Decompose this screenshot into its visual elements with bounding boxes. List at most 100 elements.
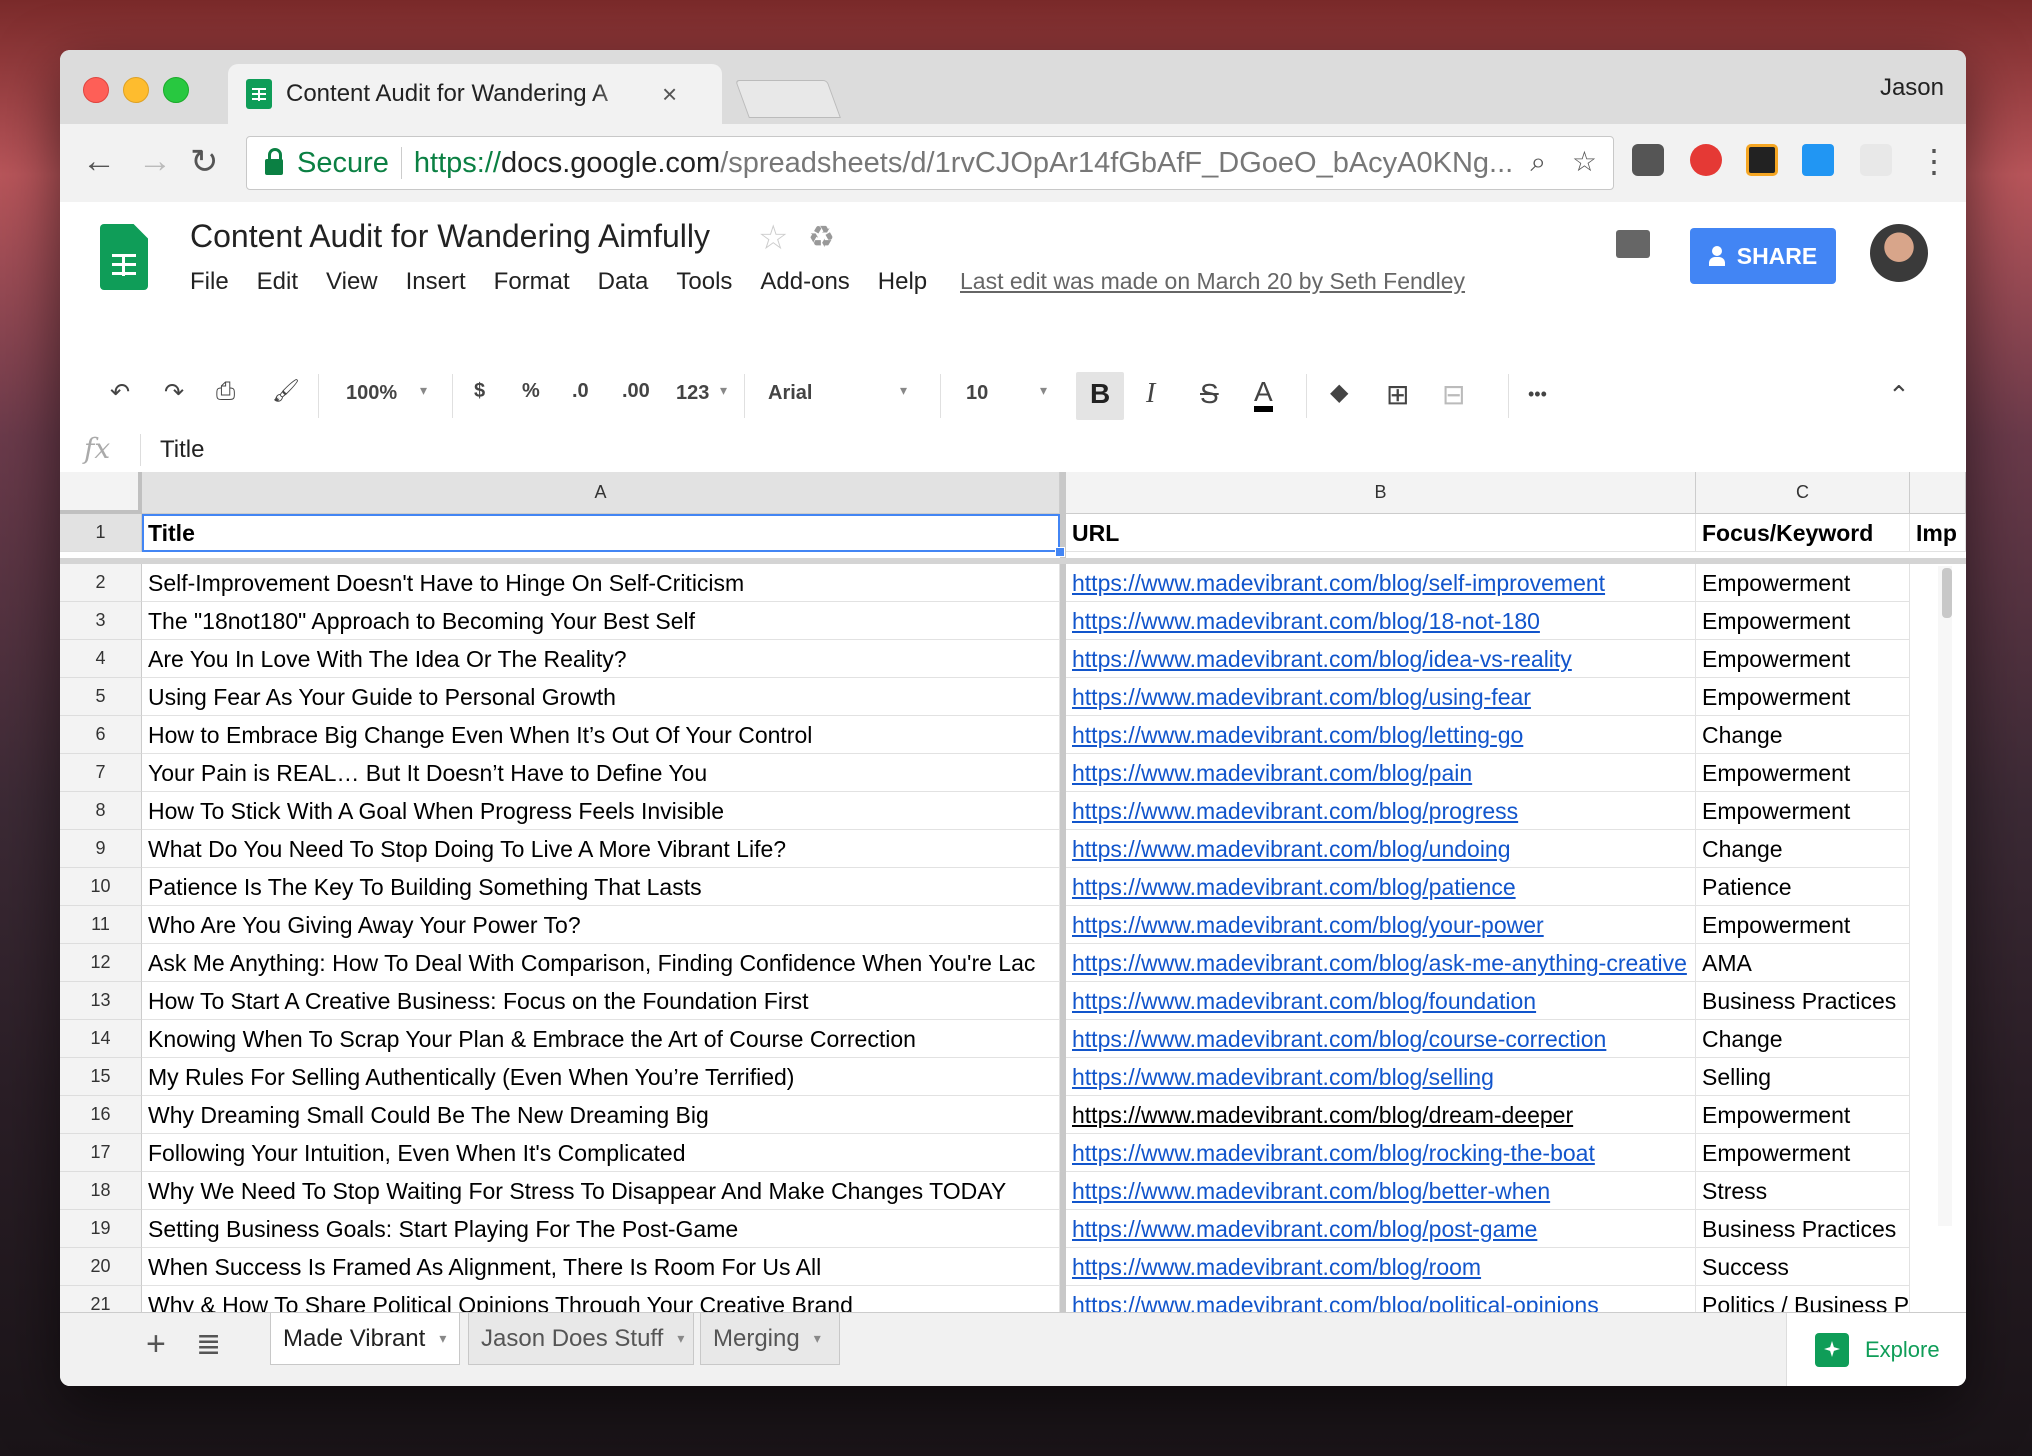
redo-icon[interactable]: ↷ [164,378,184,407]
cell-focus-keyword[interactable]: Empowerment [1696,1134,1910,1172]
cell-url[interactable]: https://www.madevibrant.com/blog/room [1066,1248,1696,1286]
add-sheet-button[interactable]: + [146,1325,166,1364]
cell-title[interactable]: Are You In Love With The Idea Or The Rea… [142,640,1060,678]
formula-input[interactable]: Title [160,436,204,464]
zoom-icon[interactable]: ⌕ [1530,146,1546,177]
maximize-window-button[interactable] [163,77,189,103]
cell-focus-keyword[interactable]: Empowerment [1696,602,1910,640]
cell-title[interactable]: Your Pain is REAL… But It Doesn’t Have t… [142,754,1060,792]
cell-focus-keyword[interactable]: Stress [1696,1172,1910,1210]
cell-title[interactable]: Knowing When To Scrap Your Plan & Embrac… [142,1020,1060,1058]
forward-button[interactable]: → [138,142,172,181]
cell-focus-keyword[interactable]: Empowerment [1696,754,1910,792]
explore-button[interactable]: Explore [1786,1313,1966,1386]
cell-title[interactable]: Setting Business Goals: Start Playing Fo… [142,1210,1060,1248]
row-number[interactable]: 12 [60,944,142,982]
decrease-decimal-button[interactable]: .0 [572,380,589,403]
cell-focus-keyword[interactable]: Success [1696,1248,1910,1286]
cell-focus-keyword[interactable]: AMA [1696,944,1910,982]
row-number[interactable]: 1 [60,514,142,552]
sheet-tab-caret-icon[interactable]: ▾ [677,1330,684,1347]
cell-title[interactable]: Ask Me Anything: How To Deal With Compar… [142,944,1060,982]
fill-handle[interactable] [1055,547,1065,557]
cell-url[interactable]: https://www.madevibrant.com/blog/ask-me-… [1066,944,1696,982]
collapse-toolbar-icon[interactable]: ⌃ [1888,380,1910,411]
cell-focus-keyword[interactable]: Business Practices [1696,1210,1910,1248]
menu-format[interactable]: Format [494,268,570,296]
star-doc-icon[interactable]: ☆ [758,218,788,258]
last-edit-link[interactable]: Last edit was made on March 20 by Seth F… [960,268,1465,295]
adblock-extension-icon[interactable] [1690,144,1722,176]
cell-url[interactable]: https://www.madevibrant.com/blog/rocking… [1066,1134,1696,1172]
row-number[interactable]: 18 [60,1172,142,1210]
cell-focus-keyword[interactable]: Business Practices [1696,982,1910,1020]
font-size-select[interactable]: 10 [966,382,988,405]
sheet-tab-jason-does-stuff[interactable]: Jason Does Stuff ▾ [468,1313,694,1365]
move-to-folder-icon[interactable]: ♻ [808,220,835,255]
cell-title[interactable]: What Do You Need To Stop Doing To Live A… [142,830,1060,868]
bold-button[interactable]: B [1090,378,1110,410]
sheet-tab-made-vibrant[interactable]: Made Vibrant ▾ [270,1313,460,1365]
reload-button[interactable]: ↻ [190,142,219,182]
column-header-d[interactable] [1910,472,1966,514]
cell-focus-keyword[interactable]: Empowerment [1696,564,1910,602]
text-color-button[interactable]: A [1254,378,1273,412]
cell-focus-keyword[interactable]: Empowerment [1696,1096,1910,1134]
cell-url[interactable]: https://www.madevibrant.com/blog/patienc… [1066,868,1696,906]
menu-help[interactable]: Help [878,268,927,296]
zoom-select[interactable]: 100% [346,382,397,405]
row-number[interactable]: 20 [60,1248,142,1286]
column-header-c[interactable]: C [1696,472,1910,514]
screenshot-extension-icon[interactable] [1802,144,1834,176]
cell-url[interactable]: https://www.madevibrant.com/blog/self-im… [1066,564,1696,602]
frozen-row-divider[interactable] [60,558,1966,564]
sheet-tab-caret-icon[interactable]: ▾ [439,1330,446,1347]
row-number[interactable]: 11 [60,906,142,944]
vertical-scroll-thumb[interactable] [1942,568,1952,618]
cell-url[interactable]: https://www.madevibrant.com/blog/better-… [1066,1172,1696,1210]
cell-url[interactable]: https://www.madevibrant.com/blog/pain [1066,754,1696,792]
cell-title[interactable]: Who Are You Giving Away Your Power To? [142,906,1060,944]
menu-file[interactable]: File [190,268,229,296]
header-cell-title[interactable]: Title [142,514,1060,552]
cell-focus-keyword[interactable]: Empowerment [1696,906,1910,944]
menu-data[interactable]: Data [598,268,649,296]
font-select[interactable]: Arial [768,382,812,405]
cell-url[interactable]: https://www.madevibrant.com/blog/your-po… [1066,906,1696,944]
print-icon[interactable]: ⎙ [216,378,235,406]
more-options-icon[interactable]: ••• [1528,384,1547,405]
back-button[interactable]: ← [82,142,116,181]
number-format-select[interactable]: 123 [676,382,709,405]
cell-title[interactable]: How To Stick With A Goal When Progress F… [142,792,1060,830]
increase-decimal-button[interactable]: .00 [622,380,650,403]
strikethrough-button[interactable]: S [1200,378,1219,410]
cell-focus-keyword[interactable]: Change [1696,1020,1910,1058]
cell-title[interactable]: Why We Need To Stop Waiting For Stress T… [142,1172,1060,1210]
url-input[interactable]: Secure https://docs.google.com/spreadshe… [246,136,1614,190]
row-number[interactable]: 2 [60,564,142,602]
cell-url[interactable]: https://www.madevibrant.com/blog/course-… [1066,1020,1696,1058]
header-cell-url[interactable]: URL [1066,514,1696,552]
cell-title[interactable]: My Rules For Selling Authentically (Even… [142,1058,1060,1096]
comments-icon[interactable] [1616,230,1650,258]
browser-menu-icon[interactable]: ⋮ [1918,142,1950,180]
close-window-button[interactable] [83,77,109,103]
cell-title[interactable]: Using Fear As Your Guide to Personal Gro… [142,678,1060,716]
cell-url[interactable]: https://www.madevibrant.com/blog/idea-vs… [1066,640,1696,678]
menu-addons[interactable]: Add-ons [760,268,849,296]
cell-focus-keyword[interactable]: Empowerment [1696,678,1910,716]
header-cell-focus-keyword[interactable]: Focus/Keyword [1696,514,1910,552]
column-header-a[interactable]: A [142,472,1060,514]
cell-url[interactable]: https://www.madevibrant.com/blog/progres… [1066,792,1696,830]
header-cell-imp[interactable]: Imp [1910,514,1966,552]
sheet-tab-merging[interactable]: Merging ▾ [700,1313,840,1365]
new-tab-button[interactable] [735,80,841,118]
cell-title[interactable]: The "18not180" Approach to Becoming Your… [142,602,1060,640]
row-number[interactable]: 10 [60,868,142,906]
cell-focus-keyword[interactable]: Empowerment [1696,640,1910,678]
pocket-extension-icon[interactable] [1632,144,1664,176]
cell-title[interactable]: When Success Is Framed As Alignment, The… [142,1248,1060,1286]
browser-tab[interactable]: Content Audit for Wandering A × [228,64,722,124]
row-number[interactable]: 16 [60,1096,142,1134]
cell-title[interactable]: Patience Is The Key To Building Somethin… [142,868,1060,906]
